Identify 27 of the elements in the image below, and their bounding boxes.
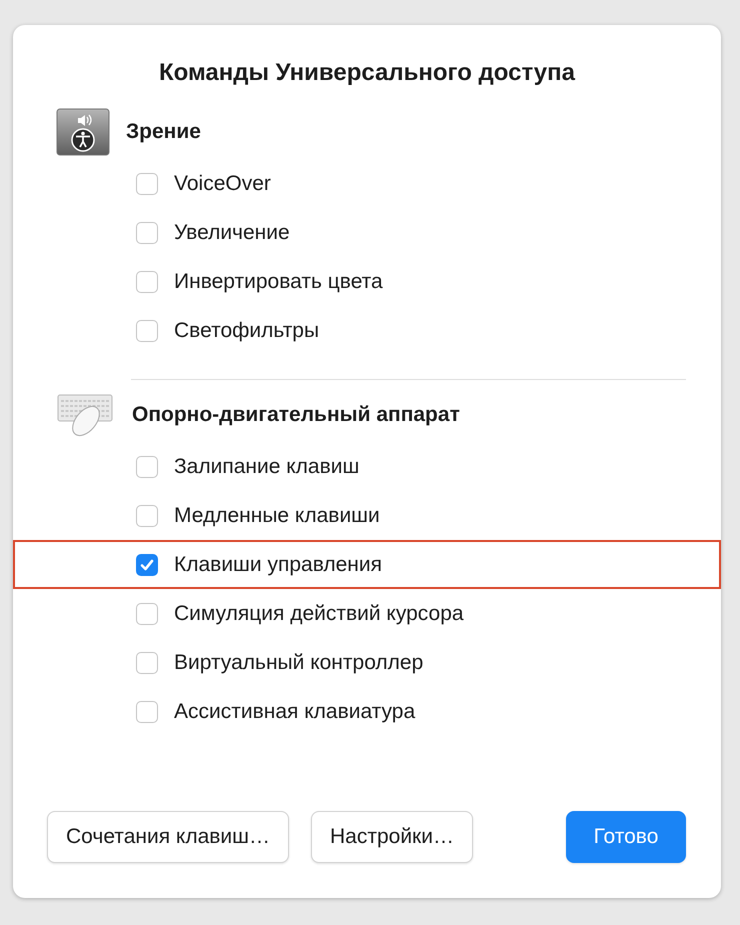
dialog-button[interactable]: Сочетания клавиш… — [47, 811, 289, 863]
checkbox[interactable] — [136, 270, 158, 292]
checkbox-label[interactable]: VoiceOver — [174, 172, 271, 196]
checkbox[interactable] — [136, 602, 158, 624]
checkbox-label[interactable]: Светофильтры — [174, 318, 320, 342]
checkbox[interactable] — [136, 554, 158, 576]
checkbox-label[interactable]: Залипание клавиш — [174, 454, 360, 478]
checkbox[interactable] — [136, 700, 158, 722]
accessibility-icon — [56, 108, 110, 156]
checkbox[interactable] — [136, 222, 158, 244]
checkbox-label[interactable]: Увеличение — [174, 220, 290, 244]
checkbox-label[interactable]: Медленные клавиши — [174, 504, 380, 528]
section-heading: Зрение — [126, 120, 201, 144]
checkbox[interactable] — [136, 172, 158, 194]
checkbox-label[interactable]: Инвертировать цвета — [174, 270, 383, 294]
dialog-button[interactable]: Настройки… — [311, 811, 473, 863]
done-button[interactable]: Готово — [566, 811, 686, 863]
checkbox-label[interactable]: Клавиши управления — [174, 552, 382, 576]
checkbox[interactable] — [136, 652, 158, 674]
checkbox-label[interactable]: Ассистивная клавиатура — [174, 700, 416, 724]
checkbox[interactable] — [136, 504, 158, 526]
checkbox-label[interactable]: Виртуальный контроллер — [174, 650, 424, 674]
section-heading: Опорно-двигательный аппарат — [132, 403, 460, 427]
checkbox[interactable] — [136, 456, 158, 478]
checkbox-label[interactable]: Симуляция действий курсора — [174, 602, 464, 626]
dialog-title: Команды Универсального доступа — [158, 59, 576, 87]
checkbox[interactable] — [136, 320, 158, 342]
